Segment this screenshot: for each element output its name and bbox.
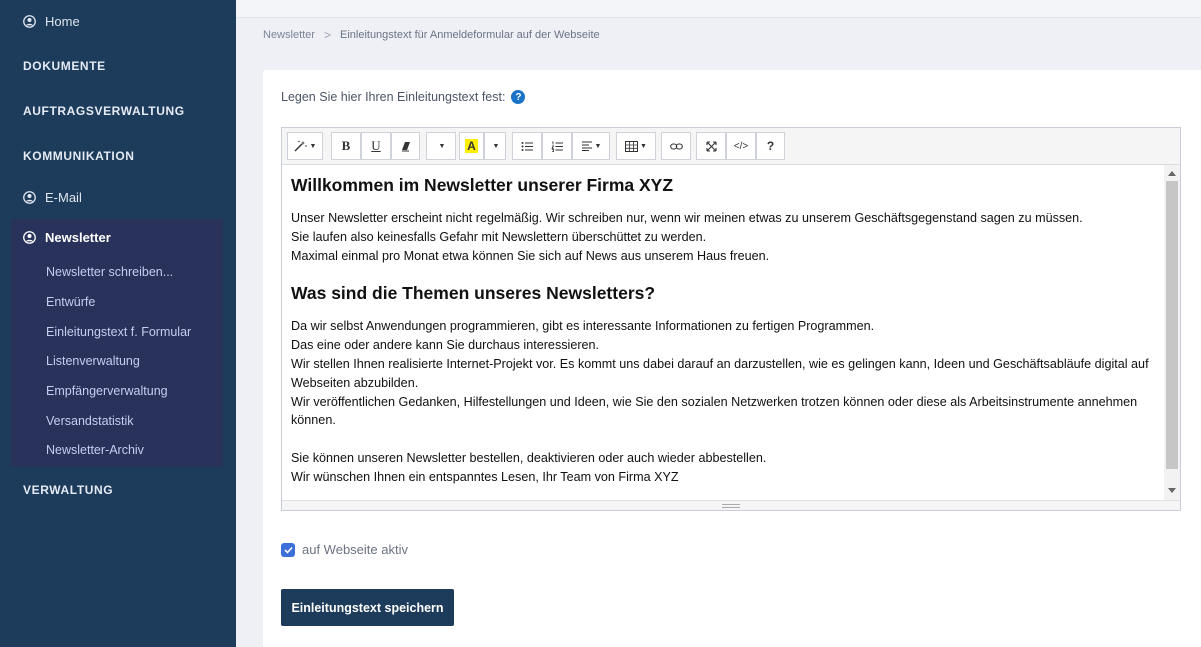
content-line: Wir wünschen Ihnen ein entspanntes Lesen… — [291, 469, 679, 484]
submenu-newsletter-schreiben[interactable]: Newsletter schreiben... — [46, 265, 173, 279]
rich-text-editor: ▼ B U ▼ A ▼ ▼ ▼ </> ? Willkommen im News… — [281, 127, 1181, 511]
text-color-dropdown[interactable]: ▼ — [484, 132, 506, 160]
caret-down-icon: ▼ — [309, 142, 317, 150]
clear-format-button[interactable] — [391, 132, 420, 160]
caret-down-icon: ▼ — [594, 142, 602, 150]
submenu-listenverwaltung[interactable]: Listenverwaltung — [46, 354, 140, 368]
submenu-versandstatistik[interactable]: Versandstatistik — [46, 414, 134, 428]
editor-content[interactable]: Willkommen im Newsletter unserer Firma X… — [282, 165, 1164, 500]
sidebar-section-kommunikation[interactable]: KOMMUNIKATION — [23, 149, 135, 163]
breadcrumb-link-newsletter[interactable]: Newsletter — [263, 29, 315, 41]
text-color-icon: A — [465, 139, 478, 153]
code-view-button[interactable]: </> — [726, 132, 756, 160]
unordered-list-button[interactable] — [512, 132, 542, 160]
form-label-text: Legen Sie hier Ihren Einleitungstext fes… — [281, 90, 506, 104]
editor-resize-handle[interactable] — [282, 500, 1180, 510]
form-label: Legen Sie hier Ihren Einleitungstext fes… — [281, 90, 526, 104]
sidebar-item-label: Newsletter — [45, 230, 111, 245]
caret-down-icon: ▼ — [640, 142, 647, 150]
font-size-dropdown[interactable]: ▼ — [426, 132, 456, 160]
help-icon[interactable]: ? — [511, 90, 526, 104]
user-icon — [23, 15, 36, 28]
link-button[interactable] — [661, 132, 691, 160]
breadcrumb-current: Einleitungstext für Anmeldeformular auf … — [339, 29, 600, 41]
content-line: Wir stellen Ihnen realisierte Internet-P… — [291, 356, 1149, 390]
scrollbar-thumb[interactable] — [1166, 181, 1178, 469]
sidebar-item-email[interactable]: E-Mail — [23, 190, 82, 205]
fullscreen-icon — [705, 140, 717, 152]
submenu-empfaengerverwaltung[interactable]: Empfängerverwaltung — [46, 384, 168, 398]
magic-wand-button[interactable]: ▼ — [287, 132, 323, 160]
magic-wand-icon — [294, 140, 307, 152]
bold-button[interactable]: B — [331, 132, 361, 160]
text-color-button[interactable]: A — [459, 132, 484, 160]
scroll-up-arrow-icon[interactable] — [1168, 171, 1176, 176]
submenu-einleitungstext[interactable]: Einleitungstext f. Formular — [46, 325, 191, 339]
newsletter-submenu: Newsletter Newsletter schreiben... Entwü… — [11, 219, 223, 467]
ordered-list-button[interactable] — [542, 132, 572, 160]
sidebar-item-label: Home — [45, 14, 80, 29]
editor-toolbar: ▼ B U ▼ A ▼ ▼ ▼ </> ? — [282, 128, 1180, 165]
sidebar: Home DOKUMENTE AUFTRAGSVERWALTUNG KOMMUN… — [0, 0, 236, 647]
table-button[interactable]: ▼ — [616, 132, 656, 160]
content-line: Maximal einmal pro Monat etwa können Sie… — [291, 248, 770, 263]
user-icon — [23, 231, 36, 244]
sidebar-item-home[interactable]: Home — [23, 14, 80, 29]
link-icon — [669, 142, 683, 150]
content-line: Sie können unseren Newsletter bestellen,… — [291, 450, 767, 465]
top-bar — [236, 0, 1201, 18]
save-button[interactable]: Einleitungstext speichern — [281, 589, 454, 626]
user-icon — [23, 191, 36, 204]
editor-scrollbar[interactable] — [1164, 165, 1180, 500]
content-line: Das eine oder andere kann Sie durchaus i… — [291, 338, 600, 353]
align-button[interactable]: ▼ — [572, 132, 610, 160]
content-heading: Was sind die Themen unseres Newsletters? — [291, 283, 656, 304]
sidebar-item-newsletter[interactable]: Newsletter — [23, 230, 111, 245]
submenu-entwuerfe[interactable]: Entwürfe — [46, 295, 95, 309]
table-icon — [625, 140, 639, 152]
sidebar-section-verwaltung[interactable]: VERWALTUNG — [23, 483, 113, 497]
active-checkbox[interactable] — [281, 542, 295, 557]
resize-grip-icon — [722, 504, 740, 508]
active-checkbox-label: auf Webseite aktiv — [302, 542, 408, 557]
breadcrumb: Newsletter > Einleitungstext für Anmelde… — [263, 28, 600, 42]
fullscreen-button[interactable] — [696, 132, 726, 160]
unordered-list-icon — [521, 141, 533, 151]
caret-down-icon: ▼ — [438, 142, 446, 150]
content-line: Sie laufen also keinesfalls Gefahr mit N… — [291, 229, 707, 244]
sidebar-section-auftragsverwaltung[interactable]: AUFTRAGSVERWALTUNG — [23, 104, 185, 118]
ordered-list-icon — [550, 141, 563, 152]
underline-button[interactable]: U — [361, 132, 391, 160]
help-button[interactable]: ? — [756, 132, 785, 160]
breadcrumb-separator: > — [323, 28, 331, 42]
content-line: Unser Newsletter erscheint nicht regelmä… — [291, 211, 1083, 225]
content-line: Da wir selbst Anwendungen programmieren,… — [291, 319, 875, 334]
content-heading: Willkommen im Newsletter unserer Firma X… — [291, 175, 674, 195]
caret-down-icon: ▼ — [492, 142, 500, 150]
active-checkbox-row[interactable]: auf Webseite aktiv — [281, 542, 408, 557]
sidebar-section-dokumente[interactable]: DOKUMENTE — [23, 59, 106, 73]
eraser-icon — [401, 141, 410, 151]
scroll-down-arrow-icon[interactable] — [1168, 488, 1176, 493]
sidebar-item-label: E-Mail — [45, 190, 82, 205]
submenu-newsletter-archiv[interactable]: Newsletter-Archiv — [46, 443, 144, 457]
checkmark-icon — [283, 546, 293, 554]
content-line: Wir veröffentlichen Gedanken, Hilfestell… — [291, 394, 1138, 428]
align-icon — [581, 141, 592, 151]
